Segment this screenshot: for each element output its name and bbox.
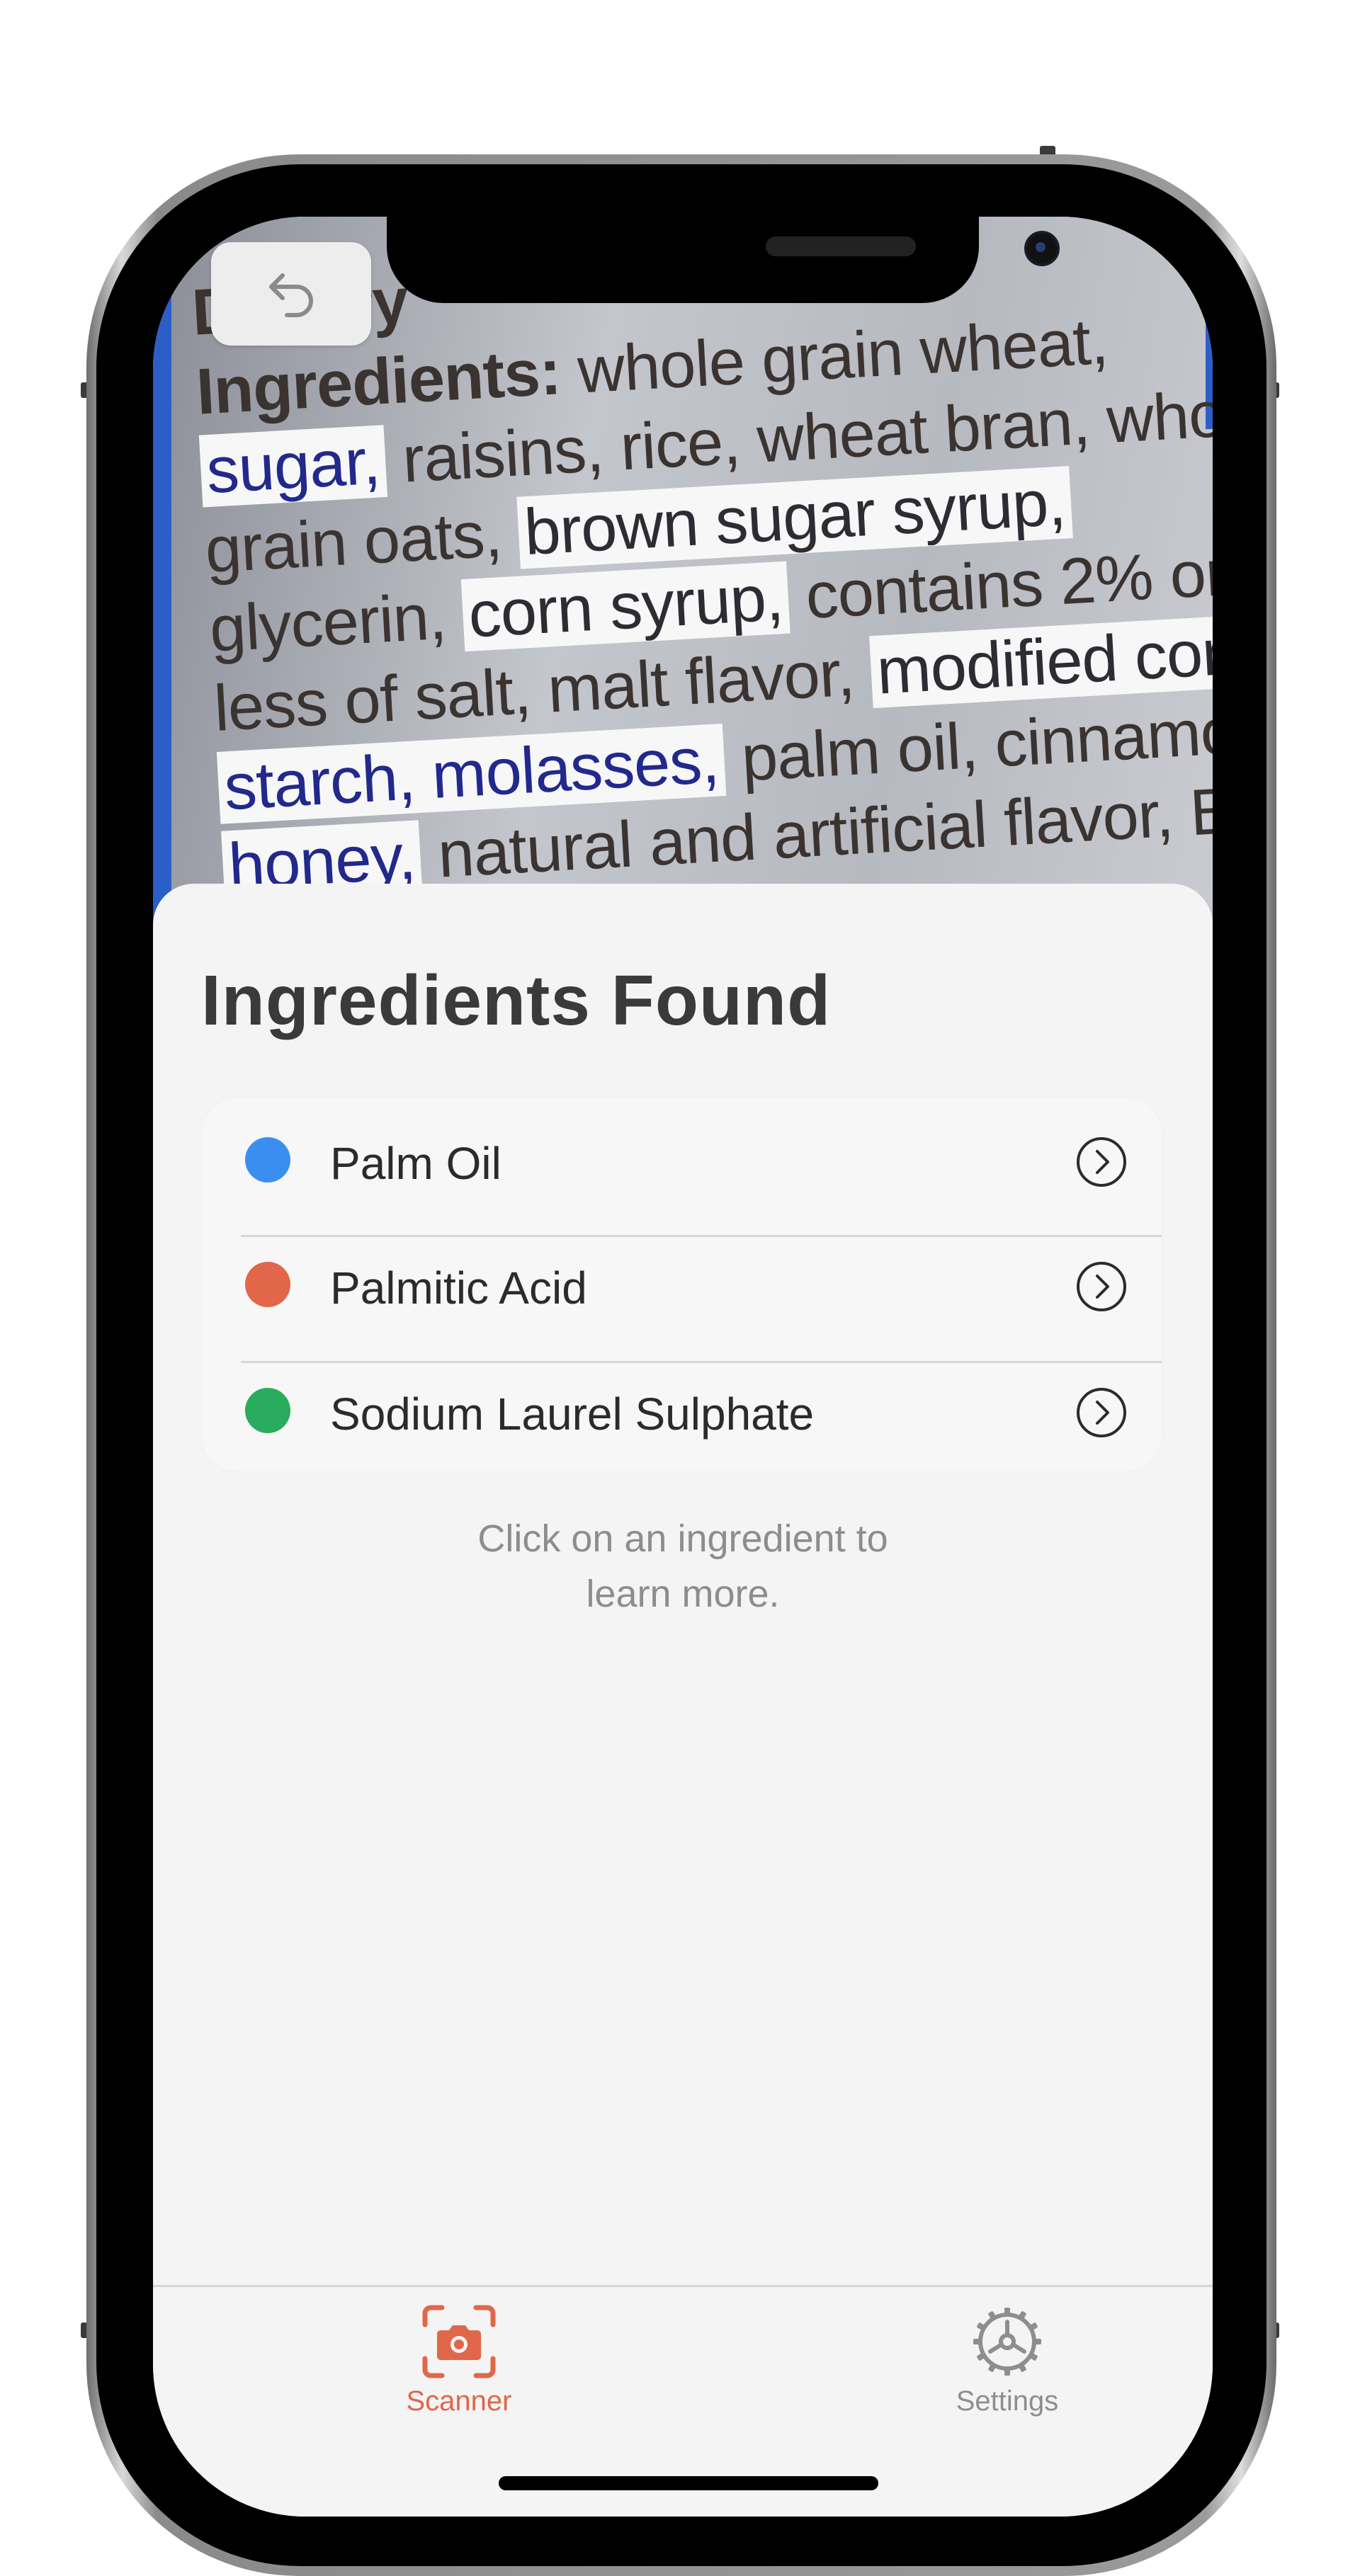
phone-screen: DietaryIngredients: whole grain wheat,su… [153,217,1213,2517]
ingredient-name: Palmitic Acid [330,1263,587,1313]
front-camera [1024,231,1060,266]
status-dot [245,1388,290,1433]
chevron-right-circle-icon[interactable] [1075,1136,1128,1188]
chevron-right-circle-icon[interactable] [1075,1260,1128,1313]
speaker-grille [766,236,916,256]
ingredient-row-palm-oil[interactable]: Palm Oil [201,1098,1162,1224]
ingredient-row-sodium-laurel-sulphate[interactable]: Sodium Laurel Sulphate [201,1363,1162,1489]
tab-settings[interactable]: Settings [901,2299,1114,2441]
package-edge [153,217,171,925]
back-button[interactable] [211,242,371,346]
tab-label: Settings [956,2386,1059,2417]
label-text-segment: glycerin, [208,579,465,666]
ingredient-list: Palm Oil Palmitic Acid Sodium Laurel Sul… [201,1098,1162,1471]
hint-text: Click on an ingredient to learn more. [477,1517,888,1615]
results-sheet: Ingredients Found Palm Oil Palmitic Acid [153,884,1213,2517]
highlighted-ingredient: sugar, [198,425,387,508]
sheet-title: Ingredients Found [201,961,832,1040]
tab-label: Scanner [406,2386,512,2417]
tab-scanner[interactable]: Scanner [353,2299,565,2441]
gear-icon [973,2308,1041,2376]
status-dot [245,1262,290,1307]
tab-bar-divider [153,2285,1213,2287]
ingredient-row-palmitic-acid[interactable]: Palmitic Acid [201,1237,1162,1363]
label-text-segment: grain oats, [203,496,521,587]
undo-arrow-icon [261,263,321,326]
highlighted-ingredient: corn syrup, [460,561,790,652]
notch [387,217,1060,303]
camera-preview[interactable]: DietaryIngredients: whole grain wheat,su… [153,217,1213,925]
camera-viewfinder-icon [422,2305,496,2378]
status-dot [245,1137,290,1182]
home-indicator [499,2476,878,2490]
chevron-right-circle-icon[interactable] [1075,1386,1128,1439]
ingredient-name: Sodium Laurel Sulphate [330,1389,815,1440]
ingredient-name: Palm Oil [330,1138,502,1189]
